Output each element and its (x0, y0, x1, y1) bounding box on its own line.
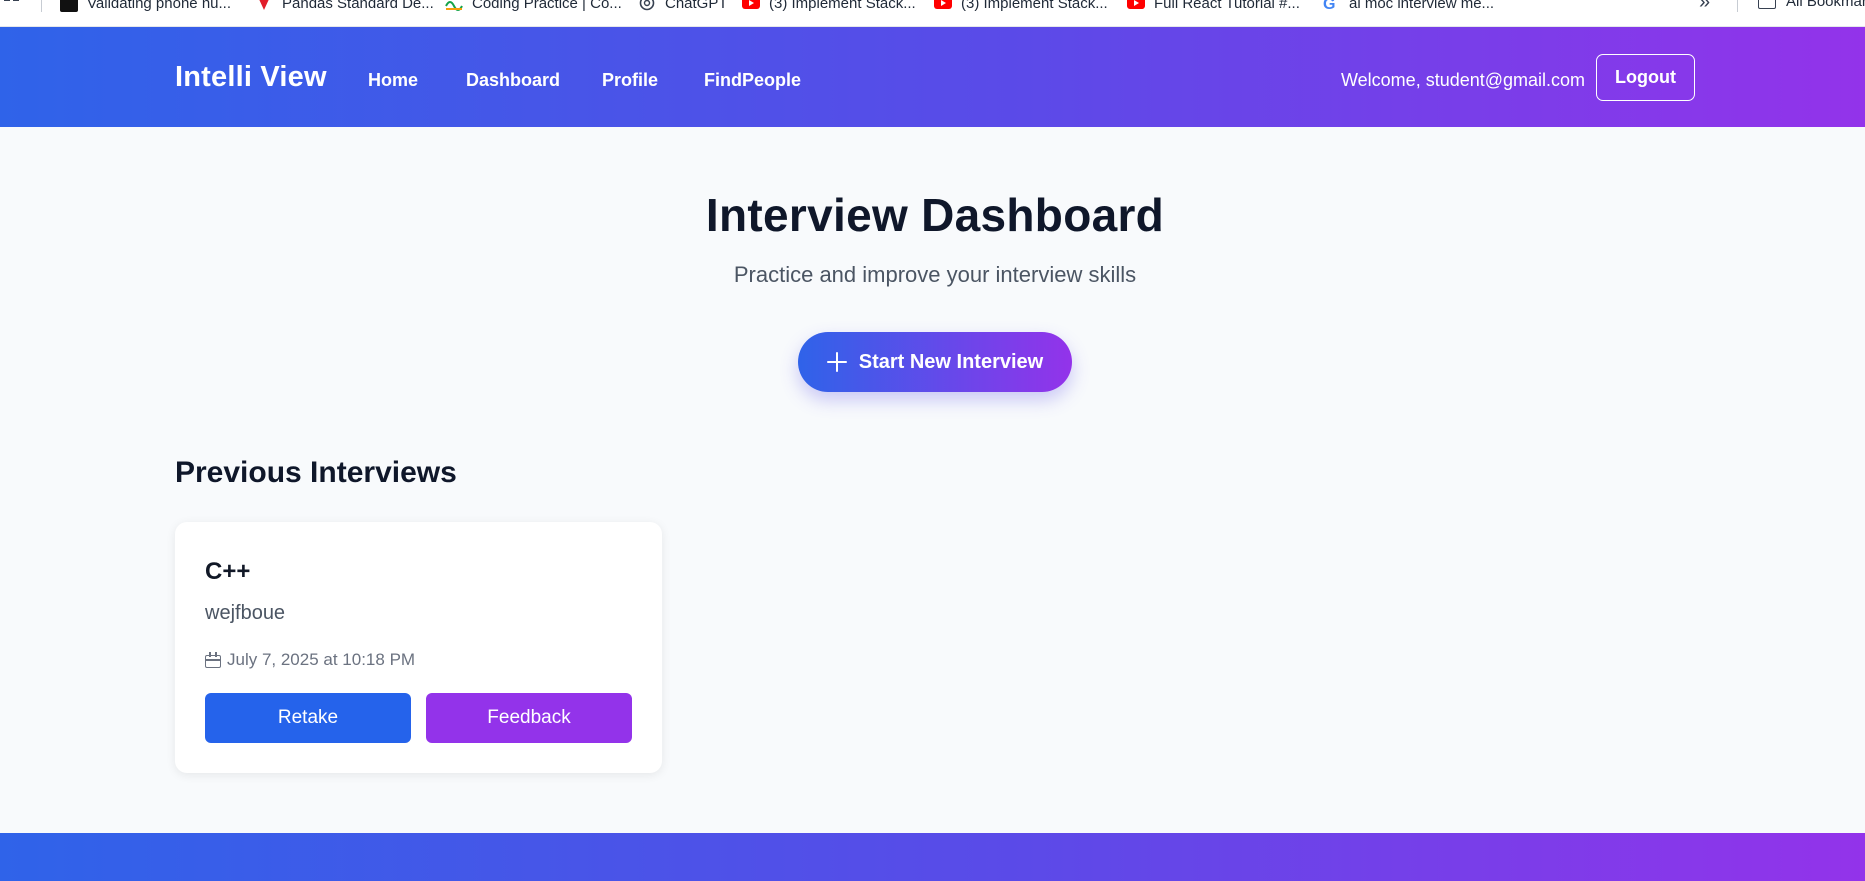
all-bookmarks-button[interactable]: All Bookmarks (1758, 0, 1865, 10)
google-icon: G (1322, 0, 1340, 13)
bookmark-item[interactable]: Coding Practice | Co... (445, 0, 622, 13)
nav-findpeople[interactable]: FindPeople (704, 70, 801, 91)
interview-card-title: C++ (205, 558, 251, 585)
nav-home[interactable]: Home (368, 70, 418, 91)
red-pin-icon (255, 0, 273, 12)
folder-icon (1758, 0, 1776, 9)
bookmarks-divider (1737, 0, 1738, 12)
all-bookmarks-label: All Bookmarks (1786, 0, 1865, 10)
svg-text:G: G (1323, 0, 1335, 12)
footer-bar (0, 833, 1865, 881)
retake-button[interactable]: Retake (205, 693, 411, 743)
youtube-icon (742, 0, 760, 12)
bookmark-label: Validating phone nu... (87, 0, 232, 12)
bookmark-label: (3) Implement Stack... (769, 0, 916, 12)
top-navbar: Intelli View Home Dashboard Profile Find… (0, 27, 1865, 127)
feedback-button[interactable]: Feedback (426, 693, 632, 743)
bookmarks-bar: Validating phone nu... Pandas Standard D… (0, 0, 1865, 27)
bookmark-item[interactable]: ChatGPT (638, 0, 728, 13)
page-subtitle: Practice and improve your interview skil… (733, 262, 1137, 287)
youtube-icon (934, 0, 952, 12)
bookmark-item[interactable]: Full React Tutorial #... (1127, 0, 1300, 13)
previous-interviews-heading: Previous Interviews (175, 456, 457, 489)
bookmark-label: Full React Tutorial #... (1154, 0, 1300, 12)
bookmark-label: ai moc interview me... (1349, 0, 1495, 12)
interview-card-date: July 7, 2025 at 10:18 PM (205, 650, 415, 670)
logout-button[interactable]: Logout (1596, 54, 1695, 101)
youtube-icon (1127, 0, 1145, 12)
start-new-interview-button[interactable]: Start New Interview (798, 332, 1072, 392)
start-new-interview-label: Start New Interview (858, 350, 1044, 373)
bookmark-item[interactable]: (3) Implement Stack... (934, 0, 1108, 13)
bookmark-item[interactable]: Validating phone nu... (60, 0, 231, 13)
nav-dashboard[interactable]: Dashboard (466, 70, 560, 91)
bookmark-label: Pandas Standard De... (282, 0, 434, 12)
bookmark-label: ChatGPT (665, 0, 728, 12)
bookmark-label: (3) Implement Stack... (961, 0, 1108, 12)
bookmark-item[interactable]: (3) Implement Stack... (742, 0, 916, 13)
calendar-icon (205, 652, 221, 668)
bookmark-item[interactable]: G ai moc interview me... (1322, 0, 1494, 13)
bookmarks-overflow-icon[interactable]: » (1699, 0, 1710, 14)
bookmark-label: Coding Practice | Co... (472, 0, 622, 12)
chatgpt-icon (638, 0, 656, 12)
welcome-text: Welcome, student@gmail.com (1341, 70, 1586, 90)
interview-card: C++ wejfboue July 7, 2025 at 10:18 PM Re… (175, 522, 662, 773)
bookmark-item[interactable]: Pandas Standard De... (255, 0, 434, 13)
interview-card-description: wejfboue (205, 602, 286, 624)
apps-grid-icon[interactable] (4, 0, 22, 10)
page-title: Interview Dashboard (705, 189, 1165, 241)
plus-icon (826, 352, 847, 372)
black-square-icon (60, 0, 78, 12)
bookmarks-divider (41, 0, 42, 12)
interview-date-text: July 7, 2025 at 10:18 PM (227, 650, 416, 669)
brand-logo[interactable]: Intelli View (175, 61, 327, 94)
coding-practice-icon (445, 0, 463, 12)
nav-profile[interactable]: Profile (602, 70, 658, 91)
